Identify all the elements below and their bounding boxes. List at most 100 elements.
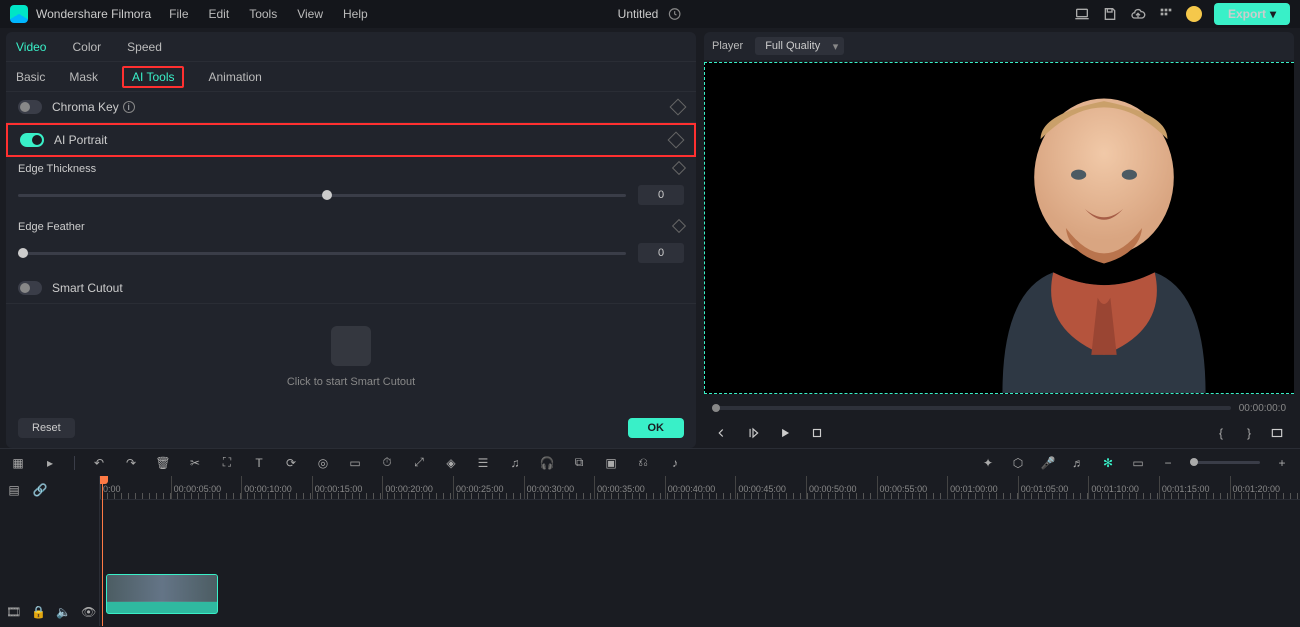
rotate-icon[interactable]: ⟳	[283, 455, 299, 471]
ruler-mark: 00:00:30:00	[524, 476, 595, 499]
render-icon[interactable]: ✦	[980, 455, 996, 471]
tab-speed[interactable]: Speed	[127, 40, 162, 54]
screen-icon[interactable]: ▭	[347, 455, 363, 471]
tracks[interactable]	[100, 500, 1300, 610]
reset-button[interactable]: Reset	[18, 418, 75, 438]
chroma-key-label: Chroma Key	[52, 100, 119, 114]
grid-icon[interactable]: ▦	[10, 455, 26, 471]
tag-icon[interactable]: ◈	[443, 455, 459, 471]
cloud-upload-icon[interactable]	[1130, 6, 1146, 22]
chroma-key-toggle[interactable]	[18, 100, 42, 114]
lock-icon[interactable]: 🔒	[31, 604, 46, 620]
zoom-in-icon[interactable]: +	[1274, 455, 1290, 471]
undo-icon[interactable]: ↶	[91, 455, 107, 471]
transport-controls: { }	[704, 422, 1294, 448]
group-icon[interactable]: ▣	[603, 455, 619, 471]
smart-cutout-toggle[interactable]	[18, 281, 42, 295]
video-track-icon[interactable]: 🎞	[6, 604, 21, 620]
timeline-area: ▤ 🔗 🎞 🔒 🔈 👁 0:0000:00:05:0000:00:10:0000…	[0, 476, 1300, 626]
adjust-icon[interactable]: ☰	[475, 455, 491, 471]
redo-icon[interactable]: ↷	[123, 455, 139, 471]
aspect-icon[interactable]: ▭	[1130, 455, 1146, 471]
mic-icon[interactable]: 🎤	[1040, 455, 1056, 471]
scrub-bar[interactable]	[712, 406, 1231, 410]
prev-frame-icon[interactable]	[714, 426, 728, 440]
smart-cutout-row: Smart Cutout	[6, 273, 696, 304]
ai-portrait-toggle[interactable]	[20, 133, 44, 147]
ai-icon[interactable]: ✻	[1100, 455, 1116, 471]
ruler[interactable]: 0:0000:00:05:0000:00:10:0000:00:15:0000:…	[100, 476, 1300, 500]
fullscreen-icon[interactable]	[1270, 426, 1284, 440]
panel-footer: Reset OK	[6, 410, 696, 448]
subtab-basic[interactable]: Basic	[16, 70, 45, 84]
timer-icon[interactable]: ⏱	[379, 455, 395, 471]
detach-icon[interactable]: ⎌	[635, 455, 651, 471]
audio-eq-icon[interactable]: ♫	[507, 455, 523, 471]
playhead[interactable]	[102, 476, 103, 626]
edge-thickness-block: Edge Thickness 0	[6, 157, 696, 215]
clip-speed-icon[interactable]: ◎	[315, 455, 331, 471]
ruler-mark: 00:00:50:00	[806, 476, 877, 499]
voice-icon[interactable]: 🎧	[539, 455, 555, 471]
ruler-mark: 00:00:15:00	[312, 476, 383, 499]
edge-thickness-value[interactable]: 0	[638, 185, 684, 205]
zoom-out-icon[interactable]: −	[1160, 455, 1176, 471]
apps-icon[interactable]	[1158, 6, 1174, 22]
stop-icon[interactable]	[810, 426, 824, 440]
menu-tools[interactable]: Tools	[249, 7, 277, 21]
menu-view[interactable]: View	[297, 7, 323, 21]
menu-help[interactable]: Help	[343, 7, 368, 21]
export-button[interactable]: Export ▾	[1214, 3, 1290, 25]
pointer-icon[interactable]: ▸	[42, 455, 58, 471]
edge-feather-slider[interactable]	[18, 252, 626, 255]
ruler-mark: 00:00:40:00	[665, 476, 736, 499]
ok-button[interactable]: OK	[628, 418, 685, 438]
delete-icon[interactable]: 🗑	[155, 455, 171, 471]
link-icon[interactable]: ⧉	[571, 455, 587, 471]
preview-canvas[interactable]	[704, 62, 1294, 394]
brace-right-icon[interactable]: }	[1242, 426, 1256, 440]
smart-cutout-area[interactable]: Click to start Smart Cutout	[6, 304, 696, 410]
menu-edit[interactable]: Edit	[209, 7, 230, 21]
music-icon[interactable]: ♪	[667, 455, 683, 471]
marker-icon[interactable]: ⬡	[1010, 455, 1026, 471]
tab-color[interactable]: Color	[72, 40, 101, 54]
edge-feather-block: Edge Feather 0	[6, 215, 696, 273]
ai-portrait-label: AI Portrait	[54, 133, 107, 147]
mixer-icon[interactable]: ♬	[1070, 455, 1086, 471]
save-icon[interactable]	[1102, 6, 1118, 22]
account-badge-icon[interactable]	[1186, 6, 1202, 22]
subtab-mask[interactable]: Mask	[69, 70, 98, 84]
zoom-slider[interactable]	[1190, 461, 1260, 464]
quality-dropdown[interactable]: Full Quality	[755, 37, 844, 55]
info-icon[interactable]: i	[123, 101, 135, 113]
play-icon[interactable]	[778, 426, 792, 440]
subtab-animation[interactable]: Animation	[208, 70, 261, 84]
ruler-mark: 00:00:55:00	[877, 476, 948, 499]
ruler-mark: 00:01:00:00	[947, 476, 1018, 499]
keyframe-icon[interactable]	[672, 161, 686, 175]
play-pause-icon[interactable]	[746, 426, 760, 440]
history-icon[interactable]	[666, 6, 682, 22]
tracklist-icon[interactable]: ▤	[6, 482, 22, 498]
timeline-main[interactable]: 0:0000:00:05:0000:00:10:0000:00:15:0000:…	[100, 476, 1300, 626]
crop-icon[interactable]: ⛶	[219, 455, 235, 471]
subtab-ai-tools[interactable]: AI Tools	[122, 66, 184, 88]
tab-video[interactable]: Video	[16, 40, 46, 54]
expand-icon[interactable]: ⤢	[411, 455, 427, 471]
text-icon[interactable]: T	[251, 455, 267, 471]
menu-file[interactable]: File	[169, 7, 188, 21]
player-panel: Player Full Quality	[704, 32, 1294, 448]
mute-icon[interactable]: 🔈	[56, 604, 71, 620]
keyframe-icon[interactable]	[670, 99, 687, 116]
clip[interactable]	[106, 574, 218, 614]
brace-left-icon[interactable]: {	[1214, 426, 1228, 440]
link-tracks-icon[interactable]: 🔗	[32, 482, 48, 498]
keyframe-icon[interactable]	[672, 219, 686, 233]
cut-icon[interactable]: ✂	[187, 455, 203, 471]
edge-feather-value[interactable]: 0	[638, 243, 684, 263]
edge-thickness-slider[interactable]	[18, 194, 626, 197]
visibility-icon[interactable]: 👁	[81, 604, 96, 620]
laptop-icon[interactable]	[1074, 6, 1090, 22]
keyframe-icon[interactable]	[668, 132, 685, 149]
